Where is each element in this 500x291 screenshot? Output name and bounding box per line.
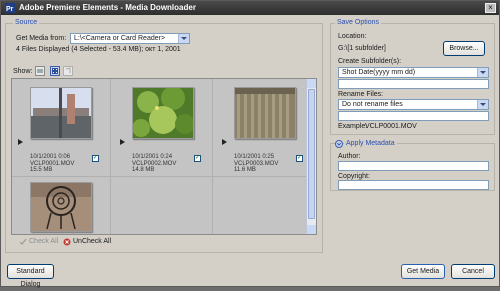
- browse-button[interactable]: Browse...: [443, 41, 485, 56]
- uncheck-all-button[interactable]: UnCheck All: [73, 238, 111, 245]
- create-subfolders-label: Create Subfolder(s):: [338, 58, 402, 65]
- rename-files-value: Do not rename files: [342, 101, 403, 108]
- play-icon[interactable]: [222, 139, 227, 145]
- scroll-up-icon[interactable]: [307, 79, 316, 88]
- media-downloader-window: Pr Adobe Premiere Elements - Media Downl…: [0, 0, 500, 288]
- author-field[interactable]: [338, 161, 489, 171]
- save-options-title: Save Options: [335, 19, 382, 26]
- chevron-down-icon[interactable]: [477, 100, 488, 109]
- create-subfolders-value: Shot Date(yyyy mm dd): [342, 69, 416, 76]
- create-subfolders-dropdown[interactable]: Shot Date(yyyy mm dd): [338, 67, 489, 78]
- chevron-down-icon[interactable]: [477, 68, 488, 77]
- media-item[interactable]: ✓ 10/1/2001 0:24 VCLP0002.MOV 14.8 MB: [116, 83, 208, 175]
- media-date: 10/1/2001 0:25: [234, 154, 275, 160]
- media-item[interactable]: [14, 181, 106, 234]
- cancel-button[interactable]: Cancel: [451, 264, 495, 279]
- standard-dialog-button[interactable]: Standard Dialog: [7, 264, 54, 288]
- location-label: Location:: [338, 33, 367, 40]
- source-group-title: Source: [13, 19, 40, 26]
- grid-divider: [110, 79, 111, 234]
- title-bar[interactable]: Pr Adobe Premiere Elements - Media Downl…: [1, 1, 499, 15]
- media-info: 10/1/2001 0:24 VCLP0002.MOV 14.8 MB: [132, 154, 176, 174]
- premiere-elements-icon: Pr: [5, 3, 15, 13]
- example-label: Example:: [338, 123, 368, 130]
- check-all-button[interactable]: Check All: [29, 238, 58, 245]
- rename-name-field[interactable]: [338, 111, 489, 121]
- select-checkbox[interactable]: ✓: [296, 155, 303, 162]
- subfolder-name-field[interactable]: [338, 79, 489, 89]
- media-thumbnail[interactable]: [30, 87, 92, 139]
- media-item[interactable]: ✓ 10/1/2001 0:25 VCLP0003.MOV 11.6 MB: [218, 83, 310, 175]
- play-icon[interactable]: [120, 139, 125, 145]
- show-label: Show:: [13, 68, 33, 75]
- scrollbar-thumb[interactable]: [308, 89, 315, 219]
- author-label: Author:: [338, 153, 361, 160]
- get-media-from-dropdown[interactable]: L:\<Camera or Card Reader>: [70, 33, 190, 44]
- svg-text:Pr: Pr: [6, 6, 14, 13]
- location-value: G:\[1 subfolder]: [338, 45, 386, 52]
- show-movies-icon[interactable]: [50, 66, 60, 76]
- media-info: 10/1/2001 0:25 VCLP0003.MOV 11.6 MB: [234, 154, 278, 174]
- media-date: 10/1/2001 0:06: [30, 154, 71, 160]
- get-media-from-label: Get Media from:: [16, 35, 67, 42]
- files-status: 4 Files Displayed (4 Selected - 53.4 MB)…: [16, 46, 181, 53]
- rename-files-dropdown[interactable]: Do not rename files: [338, 99, 489, 110]
- window-title: Adobe Premiere Elements - Media Download…: [19, 3, 196, 12]
- media-size: 14.8 MB: [132, 167, 155, 173]
- grid-divider: [212, 79, 213, 234]
- get-media-button[interactable]: Get Media: [401, 264, 445, 279]
- thumbnail-scrollbar[interactable]: [306, 79, 316, 234]
- uncheck-all-icon[interactable]: [63, 238, 71, 246]
- show-audio-icon[interactable]: [63, 66, 73, 76]
- copyright-label: Copyright:: [338, 173, 370, 180]
- example-value: VCLP0001.MOV: [365, 123, 417, 130]
- media-thumbnail[interactable]: [132, 87, 194, 139]
- media-date: 10/1/2001 0:24: [132, 154, 173, 160]
- media-item[interactable]: ✓ 10/1/2001 0:06 VCLP0001.MOV 15.5 MB: [14, 83, 106, 175]
- select-checkbox[interactable]: ✓: [92, 155, 99, 162]
- media-info: 10/1/2001 0:06 VCLP0001.MOV 15.5 MB: [30, 154, 74, 174]
- show-photos-icon[interactable]: [35, 66, 45, 76]
- apply-metadata-toggle[interactable]: Apply Metadata: [344, 140, 397, 147]
- thumbnail-grid: ✓ 10/1/2001 0:06 VCLP0001.MOV 15.5 MB ✓ …: [11, 78, 317, 235]
- get-media-from-value: L:\<Camera or Card Reader>: [74, 35, 166, 42]
- rename-files-label: Rename Files:: [338, 91, 384, 98]
- media-size: 11.6 MB: [234, 167, 256, 173]
- select-checkbox[interactable]: ✓: [194, 155, 201, 162]
- media-thumbnail[interactable]: [234, 87, 296, 139]
- chevron-down-icon[interactable]: [178, 34, 189, 43]
- scroll-down-icon[interactable]: [307, 225, 316, 234]
- play-icon[interactable]: [18, 139, 23, 145]
- collapse-icon[interactable]: [335, 140, 343, 148]
- media-thumbnail[interactable]: [30, 182, 92, 232]
- close-icon[interactable]: ×: [485, 3, 496, 13]
- copyright-field[interactable]: [338, 180, 489, 190]
- check-all-icon[interactable]: [19, 238, 27, 246]
- grid-divider: [12, 176, 316, 177]
- media-size: 15.5 MB: [30, 167, 53, 173]
